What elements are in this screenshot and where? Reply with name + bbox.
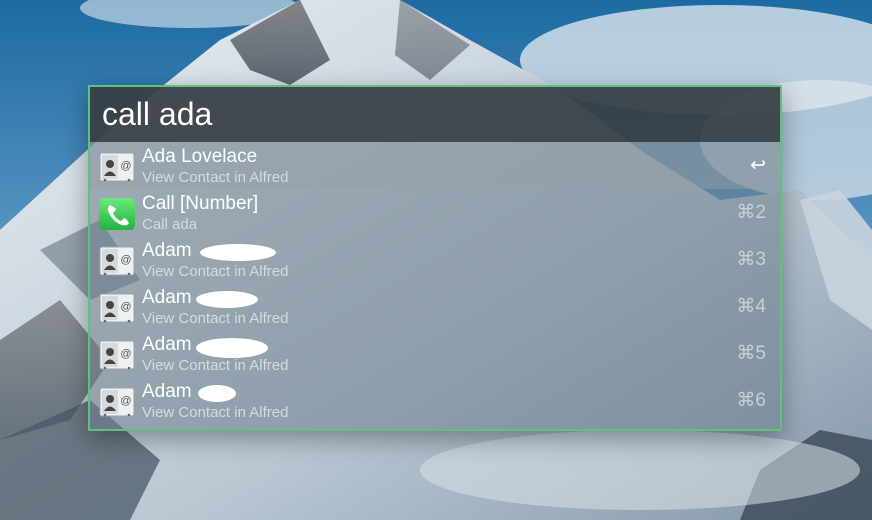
redaction-mark bbox=[198, 385, 236, 402]
search-bar[interactable]: call ada bbox=[90, 87, 780, 142]
redaction-mark bbox=[196, 291, 258, 308]
result-item[interactable]: @ Adam View Contact in Alfred ⌘4 bbox=[90, 283, 780, 330]
result-subtitle: View Contact in Alfred bbox=[142, 404, 289, 421]
shortcut-hint: ⌘2 bbox=[736, 202, 766, 223]
redaction-mark bbox=[196, 338, 268, 358]
shortcut-hint: ⌘5 bbox=[736, 343, 766, 364]
shortcut-hint: ⌘4 bbox=[736, 296, 766, 317]
result-item[interactable]: @ Adam View Contact in Alfred ⌘3 bbox=[90, 236, 780, 283]
contact-card-icon: @ bbox=[99, 246, 135, 276]
result-title: Adam bbox=[142, 334, 192, 355]
contact-card-icon: @ bbox=[99, 293, 135, 323]
result-title: Adam bbox=[142, 287, 192, 308]
phone-icon bbox=[99, 198, 135, 230]
shortcut-hint: ⌘3 bbox=[736, 249, 766, 270]
contact-card-icon: @ bbox=[99, 340, 135, 370]
result-item[interactable]: @ Adam View Contact in Alfred ⌘6 bbox=[90, 377, 780, 424]
result-title: Ada Lovelace bbox=[142, 146, 258, 167]
redaction-mark bbox=[200, 244, 276, 261]
shortcut-hint: ⌘6 bbox=[736, 390, 766, 411]
svg-text:@: @ bbox=[120, 254, 131, 266]
result-item[interactable]: Call [Number] Call ada ⌘2 bbox=[90, 189, 780, 236]
result-subtitle: View Contact in Alfred bbox=[142, 357, 289, 374]
result-title: Adam bbox=[142, 240, 192, 261]
result-subtitle: View Contact in Alfred bbox=[142, 263, 289, 280]
svg-text:@: @ bbox=[120, 348, 131, 360]
svg-text:@: @ bbox=[120, 301, 131, 313]
svg-text:@: @ bbox=[120, 395, 131, 407]
result-subtitle: View Contact in Alfred bbox=[142, 310, 289, 327]
result-title: Call [Number] bbox=[142, 193, 259, 214]
return-key-icon: ↩ bbox=[750, 155, 766, 176]
result-subtitle: Call ada bbox=[142, 216, 198, 233]
result-item[interactable]: @ Adam View Contact in Alfred ⌘5 bbox=[90, 330, 780, 377]
result-subtitle: View Contact in Alfred bbox=[142, 169, 289, 186]
alfred-window: call ada @ Ada Lovelace View Contact in … bbox=[88, 85, 782, 431]
contact-card-icon: @ bbox=[99, 152, 135, 182]
contact-card-icon: @ bbox=[99, 387, 135, 417]
svg-text:@: @ bbox=[120, 160, 131, 172]
result-title: Adam bbox=[142, 381, 192, 402]
result-item[interactable]: @ Ada Lovelace View Contact in Alfred ↩ bbox=[90, 142, 780, 189]
search-input[interactable]: call ada bbox=[102, 96, 212, 133]
